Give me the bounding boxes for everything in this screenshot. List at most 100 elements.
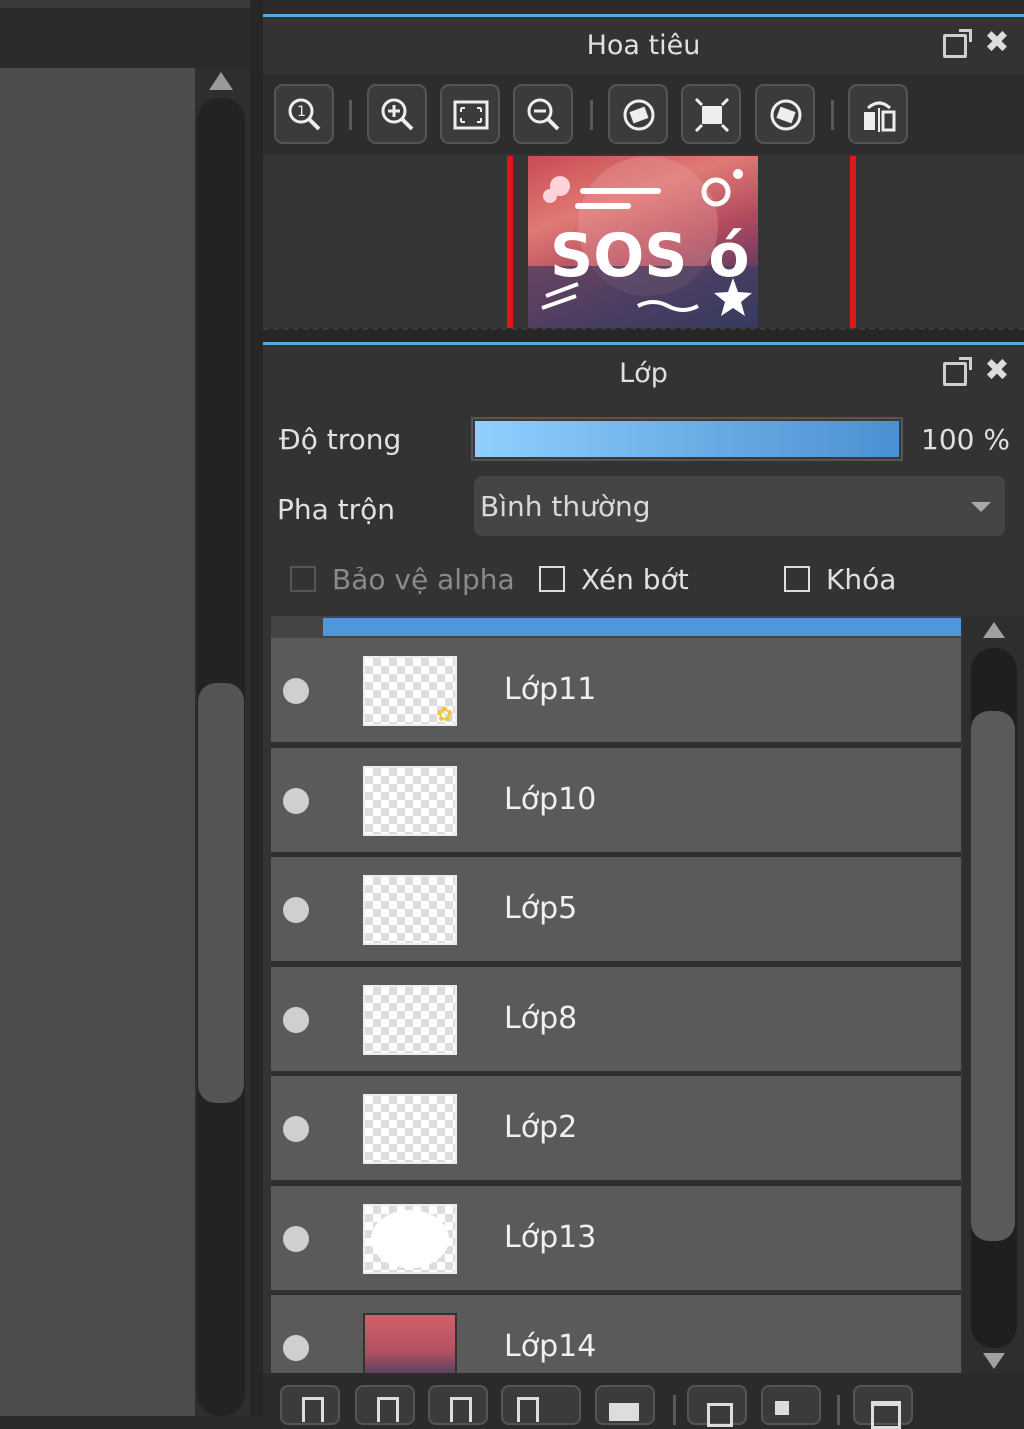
edit-layer-icon	[450, 1397, 472, 1422]
protect-alpha-checkbox[interactable]	[290, 566, 316, 592]
duplicate-icon	[707, 1403, 733, 1427]
layer-thumbnail	[363, 1204, 457, 1274]
toolbar-separator	[349, 100, 352, 130]
visibility-toggle-icon[interactable]	[283, 678, 309, 704]
layer-row[interactable]: ✿ Lớp11	[271, 638, 961, 745]
new-folder-button[interactable]	[595, 1385, 655, 1425]
toolbar-separator	[673, 1395, 676, 1425]
layer-name: Lớp10	[504, 782, 597, 817]
flip-horizontal-icon	[864, 101, 896, 132]
toolbar-separator	[831, 100, 834, 130]
layer-row[interactable]: Lớp2	[271, 1076, 961, 1183]
zoom-actual-button[interactable]: 1	[274, 84, 334, 144]
scroll-thumb[interactable]	[971, 711, 1015, 1241]
visibility-toggle-icon[interactable]	[283, 897, 309, 923]
lock-checkbox[interactable]	[784, 566, 810, 592]
clip-checkbox[interactable]	[539, 566, 565, 592]
opacity-label: Độ trong	[279, 423, 402, 456]
opacity-slider-fill	[475, 421, 899, 457]
visibility-toggle-icon[interactable]	[283, 1226, 309, 1252]
fit-screen-icon	[453, 100, 489, 130]
layers-title: Lớp	[619, 358, 668, 389]
new-layer-button[interactable]	[280, 1385, 340, 1425]
visibility-toggle-icon[interactable]	[283, 1116, 309, 1142]
layer-name: Lớp11	[504, 672, 597, 707]
canvas-topbar	[0, 0, 250, 68]
fit-screen-button[interactable]	[440, 84, 500, 144]
canvas-bound-right	[850, 156, 856, 328]
navigator-title: Hoa tiêu	[586, 30, 701, 61]
protect-alpha-label: Bảo vệ alpha	[332, 563, 515, 596]
fit-rotate-button[interactable]	[681, 84, 741, 144]
layer-thumbnail	[363, 766, 457, 836]
layer-row[interactable]: Lớp13	[271, 1186, 961, 1293]
scroll-up-arrow-icon[interactable]	[209, 72, 233, 90]
layer-name: Lớp14	[504, 1329, 597, 1364]
float-panel-icon[interactable]	[943, 29, 972, 58]
duplicate-layer-button[interactable]	[687, 1385, 747, 1427]
canvas-vertical-scrollbar[interactable]	[195, 68, 250, 1416]
merge-layer-button[interactable]	[761, 1385, 821, 1425]
rotate-left-button[interactable]	[608, 84, 668, 144]
rotate-left-icon	[623, 99, 655, 131]
blend-label: Pha trộn	[277, 493, 396, 526]
flip-horizontal-button[interactable]	[848, 84, 908, 144]
layer-name: Lớp5	[504, 891, 578, 926]
layer-list[interactable]: ✿ Lớp11 Lớp10 Lớp5 Lớp8 Lớp2 Lớp13 Lớp14	[271, 616, 961, 1416]
layer-row[interactable]: Lớp5	[271, 857, 961, 964]
blend-mode-select[interactable]: Bình thường	[474, 476, 1005, 536]
add-layer-dropdown-button[interactable]	[501, 1385, 581, 1425]
layer-thumbnail	[363, 985, 457, 1055]
edit-layer-button[interactable]	[428, 1385, 488, 1425]
new-layer-special-button[interactable]	[355, 1385, 415, 1425]
canvas-bound-left	[507, 156, 513, 328]
scroll-down-arrow-icon[interactable]	[983, 1353, 1005, 1369]
zoom-in-icon	[381, 98, 414, 131]
layer-list-scrollbar[interactable]	[963, 616, 1024, 1376]
new-layer-icon	[302, 1397, 324, 1422]
layer-thumbnail: ✿	[363, 656, 457, 726]
panel-divider[interactable]	[250, 0, 263, 1416]
canvas-thumbnail: SOS ó	[528, 156, 758, 328]
float-panel-icon[interactable]	[943, 357, 972, 386]
toolbar-separator	[837, 1395, 840, 1425]
close-icon[interactable]: ✖	[983, 356, 1011, 386]
canvas-area[interactable]	[0, 68, 195, 1416]
layer-row[interactable]: Lớp8	[271, 967, 961, 1074]
navigator-header: Hoa tiêu ✖	[263, 17, 1024, 75]
zoom-out-button[interactable]	[513, 84, 573, 144]
visibility-toggle-icon[interactable]	[283, 1335, 309, 1361]
blend-mode-value: Bình thường	[480, 490, 651, 523]
star-icon: ✿	[436, 702, 453, 726]
layers-header: Lớp ✖	[263, 345, 1024, 403]
folder-icon	[609, 1403, 639, 1421]
svg-text:1: 1	[297, 104, 306, 120]
close-icon[interactable]: ✖	[983, 28, 1011, 58]
layer-toolbar	[263, 1373, 1024, 1429]
zoom-actual-icon: 1	[288, 98, 321, 131]
zoom-in-button[interactable]	[367, 84, 427, 144]
layers-panel-body: Độ trong 100 % Pha trộn Bình thường Bảo …	[263, 403, 1024, 1429]
clip-label: Xén bớt	[581, 563, 689, 596]
navigator-preview[interactable]: SOS ó	[263, 154, 1024, 330]
opacity-slider[interactable]	[471, 417, 903, 461]
thumbnail-text: SOS ó	[550, 221, 750, 291]
lock-label: Khóa	[826, 563, 897, 596]
visibility-toggle-icon[interactable]	[283, 788, 309, 814]
scroll-up-arrow-icon[interactable]	[983, 622, 1005, 638]
delete-layer-button[interactable]	[853, 1385, 913, 1429]
layer-special-icon	[377, 1397, 399, 1422]
layer-thumbnail	[363, 1094, 457, 1164]
toolbar-separator	[590, 100, 593, 130]
layer-menu-icon	[517, 1397, 539, 1422]
layer-row[interactable]: Lớp10	[271, 748, 961, 855]
rotate-right-button[interactable]	[755, 84, 815, 144]
panel-splitter[interactable]	[263, 328, 1024, 342]
merge-icon	[775, 1401, 789, 1415]
layer-thumbnail	[363, 875, 457, 945]
navigator-toolbar: 1	[263, 78, 1024, 154]
visibility-toggle-icon[interactable]	[283, 1007, 309, 1033]
trash-icon	[871, 1401, 901, 1429]
scroll-thumb[interactable]	[198, 683, 244, 1103]
chevron-down-icon	[971, 502, 991, 512]
